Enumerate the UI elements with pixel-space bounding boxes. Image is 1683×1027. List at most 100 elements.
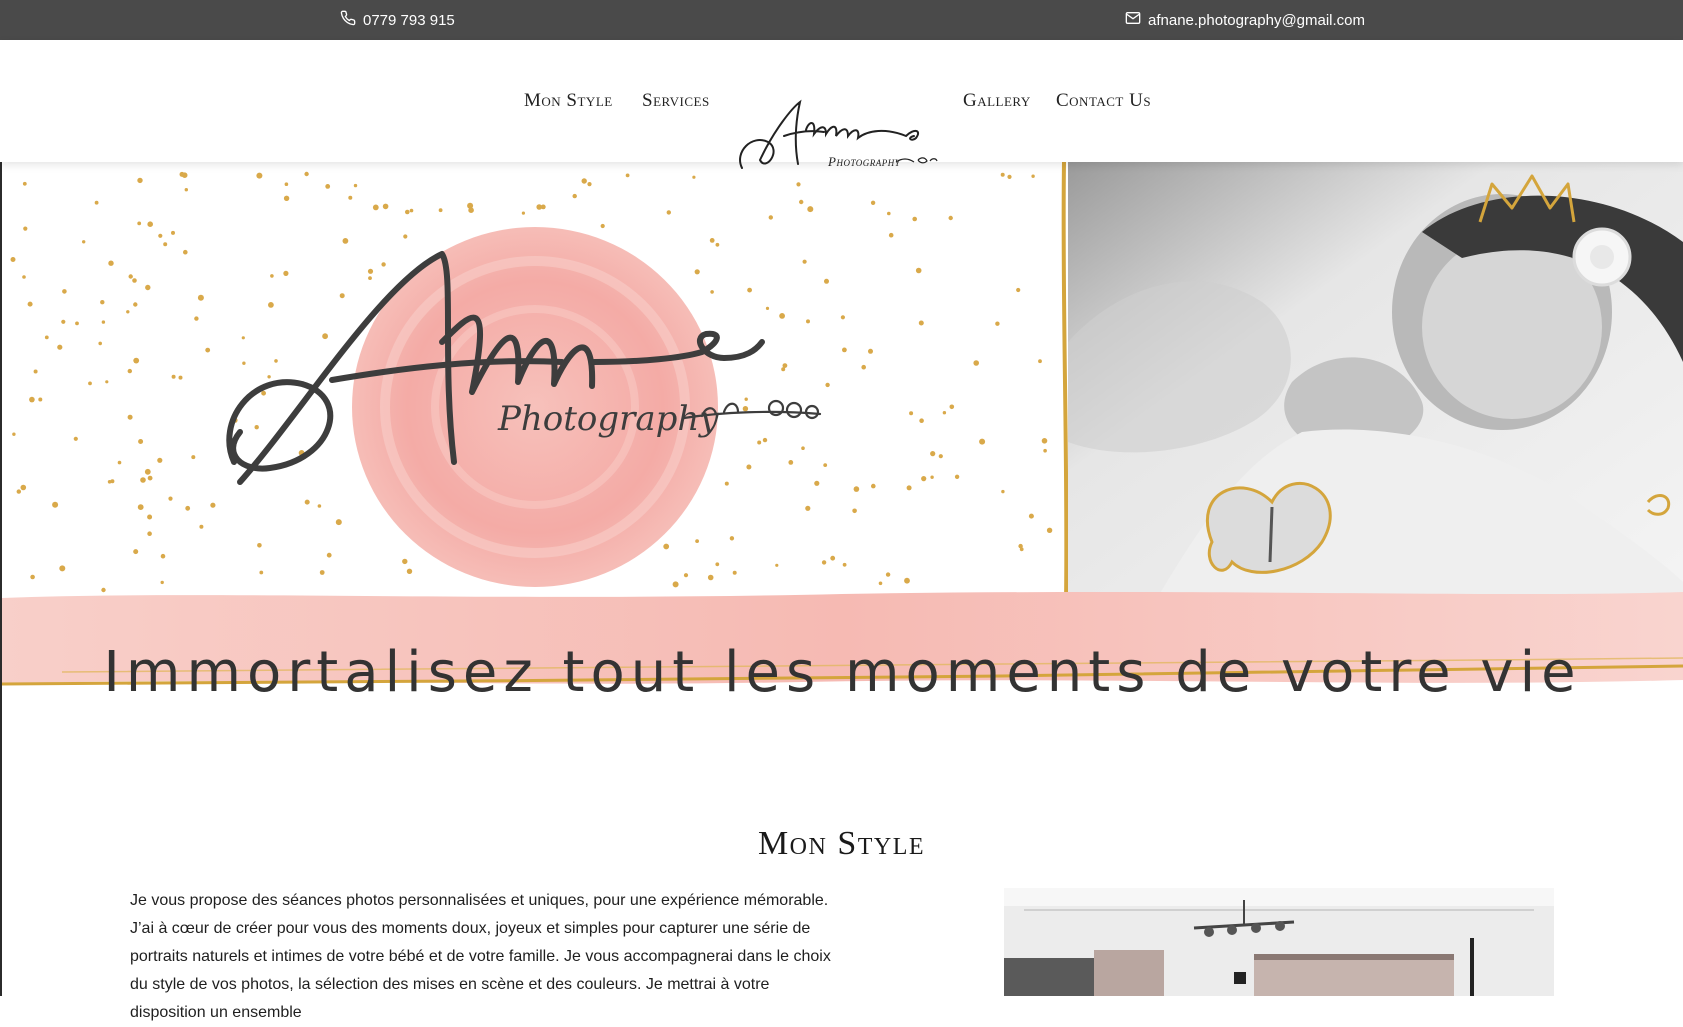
gold-dot [666, 210, 671, 215]
gold-dot [768, 215, 773, 220]
gold-dot [27, 301, 33, 307]
gold-dot [335, 519, 342, 526]
gold-dot [746, 464, 752, 470]
gold-dot [1038, 359, 1042, 364]
header-logo-subtitle: Photography [827, 154, 901, 169]
gold-dot [709, 238, 715, 243]
hero-logo-subtitle: Photography [497, 399, 719, 439]
gold-dot [171, 230, 175, 235]
gold-dot [540, 204, 546, 210]
gold-dot [197, 294, 204, 301]
gold-dot [788, 460, 794, 465]
gold-dot [382, 203, 389, 210]
gold-dot [88, 381, 92, 386]
gold-dot [1046, 527, 1053, 533]
gold-dot [132, 278, 137, 283]
gold-dot [930, 451, 936, 457]
gold-dot [842, 562, 847, 567]
email-link[interactable]: afnane.photography@gmail.com [1125, 0, 1365, 40]
gold-dot [402, 558, 408, 565]
gold-dot [20, 484, 27, 491]
gold-dot [137, 504, 144, 510]
gold-dot [147, 531, 152, 536]
gold-dot [184, 188, 188, 192]
gold-dot [765, 306, 770, 310]
gold-dot [12, 432, 16, 436]
gold-dot [1019, 547, 1024, 552]
gold-dot [23, 226, 28, 231]
gold-dot [468, 207, 474, 213]
gold-dot [57, 344, 63, 350]
gold-dot [30, 574, 35, 580]
gold-dot [949, 404, 955, 410]
gold-dot [781, 367, 786, 372]
gold-dot [157, 457, 163, 463]
hero-tagline: Immortalisez tout les moments de votre v… [103, 640, 1582, 705]
gold-dot [853, 486, 860, 492]
header-logo[interactable]: Photography [736, 90, 942, 182]
gold-dot [22, 181, 27, 186]
gold-dot [147, 475, 153, 481]
gold-dot [762, 437, 768, 443]
gold-dot [268, 302, 274, 308]
gold-dot [405, 209, 410, 215]
gold-dot [694, 269, 700, 275]
gold-dot [801, 446, 805, 451]
gold-dot [825, 382, 830, 388]
gold-dot [707, 574, 714, 581]
gold-dot [10, 257, 16, 262]
gold-dot [710, 290, 714, 294]
gold-dot [995, 321, 1000, 326]
gold-dot [938, 454, 943, 459]
gold-dot [210, 502, 216, 508]
gold-dot [59, 565, 66, 572]
gold-dot [325, 184, 331, 189]
gold-dot [44, 335, 49, 340]
gold-dot [747, 287, 752, 293]
gold-dot [821, 560, 827, 565]
gold-dot [353, 183, 358, 188]
gold-dot [33, 369, 38, 374]
nav-services[interactable]: Services [642, 90, 710, 112]
gold-dot [1041, 438, 1048, 444]
gold-dot [257, 543, 262, 548]
nav-mon-style[interactable]: Mon Style [524, 90, 613, 112]
gold-dot [137, 177, 143, 184]
gold-dot [326, 552, 332, 558]
gold-dot [782, 363, 788, 368]
gold-dot [52, 501, 59, 508]
gold-dot [918, 320, 924, 326]
gold-dot [806, 319, 810, 324]
gold-dot [101, 587, 106, 593]
gold-dot [147, 514, 153, 520]
gold-dot [744, 397, 748, 401]
gold-dot [840, 315, 846, 320]
email-address: afnane.photography@gmail.com [1148, 11, 1366, 29]
gold-dot [600, 223, 605, 229]
gold-dot [672, 581, 679, 588]
gold-dot [22, 275, 26, 279]
gold-dot [82, 240, 86, 244]
gold-dot [409, 208, 414, 213]
gold-dot [802, 259, 807, 264]
gold-dot [823, 463, 828, 467]
gold-dot [870, 200, 876, 205]
gold-dot [181, 172, 188, 178]
gold-dot [581, 178, 587, 184]
gold-dot [342, 238, 349, 244]
gold-dot [757, 440, 762, 445]
nav-gallery[interactable]: Gallery [963, 90, 1031, 112]
envelope-icon [1125, 11, 1148, 29]
gold-dot [283, 195, 290, 201]
gold-dot [105, 380, 109, 384]
gold-dot [127, 368, 132, 374]
gold-dot [438, 208, 443, 213]
gold-dot [61, 319, 66, 324]
gold-dot [133, 357, 140, 364]
nav-contact-us[interactable]: Contact Us [1056, 90, 1151, 112]
gold-dot [715, 562, 720, 567]
gold-dot [62, 289, 67, 294]
phone-link[interactable]: 0779 793 915 [340, 0, 455, 40]
gold-dot [163, 242, 168, 247]
gold-dot [909, 411, 914, 416]
